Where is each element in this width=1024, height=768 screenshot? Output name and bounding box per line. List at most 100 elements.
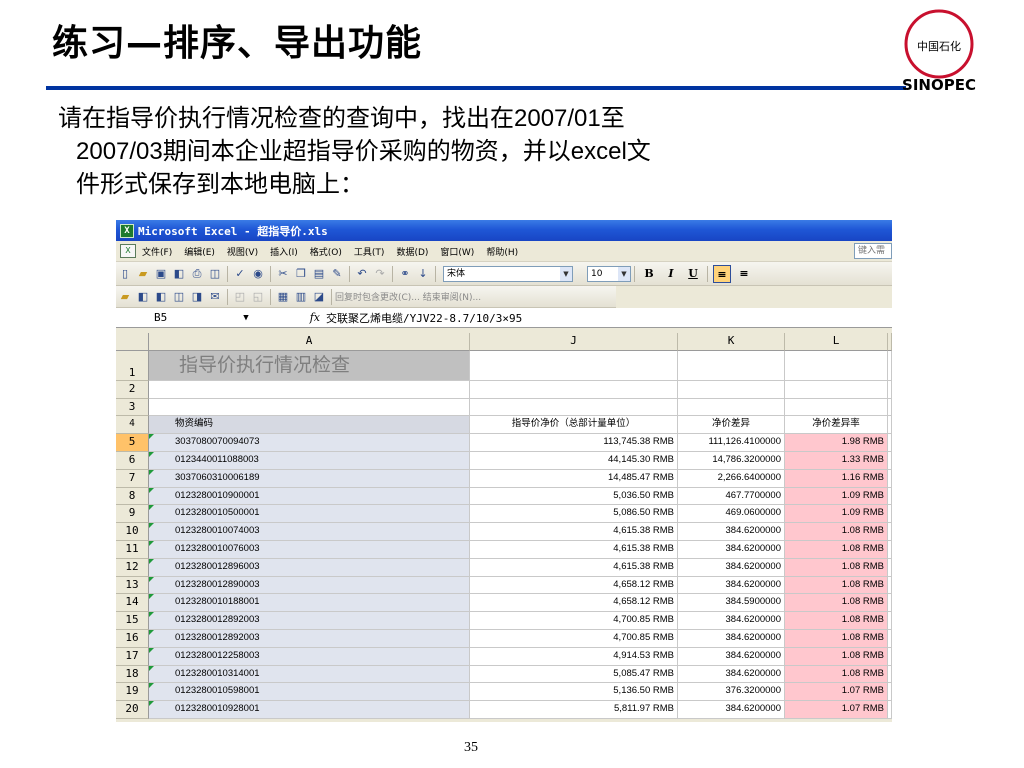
function-icon[interactable]: fx <box>290 311 320 324</box>
print-icon[interactable]: ⎙ <box>189 266 205 282</box>
price-diff-cell[interactable]: 384.6200000 <box>678 665 785 684</box>
menu-format[interactable]: 格式(O) <box>310 245 342 258</box>
menu-edit[interactable]: 编辑(E) <box>184 245 215 258</box>
review-icon-3[interactable]: ◫ <box>171 289 187 305</box>
menu-view[interactable]: 视图(V) <box>227 245 258 258</box>
price-diff-cell[interactable]: 2,266.6400000 <box>678 469 785 488</box>
guide-price-cell[interactable]: 14,485.47 RMB <box>470 469 678 488</box>
cell[interactable] <box>678 350 785 381</box>
row-header[interactable]: 10 <box>116 523 149 541</box>
cell[interactable] <box>888 380 892 399</box>
cut-icon[interactable]: ✂ <box>275 266 291 282</box>
price-diff-rate-cell[interactable]: 1.08 RMB <box>785 558 888 577</box>
copy-icon[interactable]: ❐ <box>293 266 309 282</box>
price-diff-cell[interactable]: 384.6200000 <box>678 540 785 559</box>
cell[interactable] <box>888 647 892 666</box>
review-icon-5[interactable]: ✉ <box>207 289 223 305</box>
material-code-cell[interactable]: 0123280010314001 <box>149 665 470 684</box>
row-header[interactable]: 19 <box>116 683 149 702</box>
guide-price-cell[interactable]: 4,914.53 RMB <box>470 647 678 666</box>
material-code-cell[interactable]: 3037080070094073 <box>149 434 470 452</box>
cell[interactable] <box>470 380 678 399</box>
cell[interactable] <box>888 540 892 559</box>
header-price-diff-rate[interactable]: 净价差异率 <box>785 416 888 435</box>
price-diff-cell[interactable]: 384.6200000 <box>678 612 785 630</box>
redo-icon[interactable]: ↷ <box>372 266 388 282</box>
review-icon-8[interactable]: ▦ <box>275 289 291 305</box>
cell[interactable] <box>888 434 892 452</box>
sort-ascending-icon[interactable]: ↓ <box>415 266 431 282</box>
hyperlink-icon[interactable]: ⚭ <box>397 266 413 282</box>
price-diff-cell[interactable]: 384.6200000 <box>678 647 785 666</box>
cell[interactable] <box>888 487 892 506</box>
excel-title-bar[interactable]: X Microsoft Excel - 超指导价.xls <box>116 220 892 241</box>
price-diff-cell[interactable]: 384.6200000 <box>678 558 785 577</box>
material-code-cell[interactable]: 0123280010076003 <box>149 540 470 559</box>
cell[interactable] <box>785 398 888 417</box>
material-code-cell[interactable]: 0123280010188001 <box>149 594 470 613</box>
review-icon-10[interactable]: ◪ <box>311 289 327 305</box>
review-icon-6[interactable]: ◰ <box>232 289 248 305</box>
row-header[interactable]: 13 <box>116 576 149 595</box>
guide-price-cell[interactable]: 5,811.97 RMB <box>470 701 678 719</box>
material-code-cell[interactable]: 0123280012896003 <box>149 558 470 577</box>
row-header[interactable]: 20 <box>116 701 149 719</box>
worksheet-grid[interactable]: A J K L 1 指导价执行情况检查 2 3 4 物资编码 指导价净价（总部计… <box>116 333 892 719</box>
price-diff-cell[interactable]: 384.6200000 <box>678 701 785 719</box>
menu-help[interactable]: 帮助(H) <box>486 245 518 258</box>
cell[interactable] <box>888 576 892 595</box>
name-box[interactable]: B5 <box>154 310 236 326</box>
column-header-a[interactable]: A <box>149 333 470 351</box>
sheet-title-cell[interactable]: 指导价执行情况检查 <box>149 350 470 381</box>
price-diff-rate-cell[interactable]: 1.33 RMB <box>785 451 888 470</box>
cell[interactable] <box>470 398 678 417</box>
reply-with-changes-text[interactable]: 回复时包含更改(C)... 结束审阅(N)... <box>335 290 481 303</box>
guide-price-cell[interactable]: 4,615.38 RMB <box>470 523 678 541</box>
material-code-cell[interactable]: 0123280012258003 <box>149 647 470 666</box>
guide-price-cell[interactable]: 5,036.50 RMB <box>470 487 678 506</box>
row-header[interactable]: 12 <box>116 558 149 577</box>
row-header[interactable]: 3 <box>116 398 149 417</box>
cell[interactable] <box>678 380 785 399</box>
guide-price-cell[interactable]: 4,615.38 RMB <box>470 558 678 577</box>
price-diff-cell[interactable]: 384.5900000 <box>678 594 785 613</box>
spelling-icon[interactable]: ✓ <box>232 266 248 282</box>
menu-tools[interactable]: 工具(T) <box>354 245 385 258</box>
cell[interactable] <box>888 469 892 488</box>
column-header-j[interactable]: J <box>470 333 678 351</box>
research-icon[interactable]: ◉ <box>250 266 266 282</box>
cell[interactable] <box>149 398 470 417</box>
column-header-k[interactable]: K <box>678 333 785 351</box>
formula-input[interactable]: 交联聚乙烯电缆/YJV22-8.7/10/3×95 <box>326 310 522 326</box>
bold-button[interactable]: B <box>640 265 658 283</box>
cell[interactable] <box>470 350 678 381</box>
cell[interactable] <box>888 350 892 381</box>
material-code-cell[interactable]: 0123280010900001 <box>149 487 470 506</box>
row-header[interactable]: 8 <box>116 487 149 506</box>
material-code-cell[interactable]: 3037060310006189 <box>149 469 470 488</box>
excel-app-icon[interactable]: X <box>120 223 134 238</box>
review-icon-7[interactable]: ◱ <box>250 289 266 305</box>
review-icon-2[interactable]: ◧ <box>153 289 169 305</box>
chevron-down-icon[interactable]: ▼ <box>560 266 572 281</box>
price-diff-cell[interactable]: 384.6200000 <box>678 629 785 648</box>
cell[interactable] <box>785 350 888 381</box>
cell[interactable] <box>888 683 892 702</box>
underline-button[interactable]: U <box>684 265 702 283</box>
folder-icon[interactable]: ▰ <box>117 289 133 305</box>
guide-price-cell[interactable]: 4,658.12 RMB <box>470 576 678 595</box>
chevron-down-icon[interactable]: ▼ <box>236 313 256 323</box>
review-icon-4[interactable]: ◨ <box>189 289 205 305</box>
cell[interactable] <box>888 451 892 470</box>
cell[interactable] <box>888 558 892 577</box>
guide-price-cell[interactable]: 5,085.47 RMB <box>470 665 678 684</box>
material-code-cell[interactable]: 0123280012892003 <box>149 629 470 648</box>
align-center-icon[interactable]: ≡ <box>735 265 753 283</box>
price-diff-rate-cell[interactable]: 1.08 RMB <box>785 629 888 648</box>
material-code-cell[interactable]: 0123280012892003 <box>149 612 470 630</box>
price-diff-rate-cell[interactable]: 1.08 RMB <box>785 647 888 666</box>
cell[interactable] <box>888 398 892 417</box>
cell[interactable] <box>888 629 892 648</box>
guide-price-cell[interactable]: 4,615.38 RMB <box>470 540 678 559</box>
material-code-cell[interactable]: 0123280010500001 <box>149 505 470 524</box>
